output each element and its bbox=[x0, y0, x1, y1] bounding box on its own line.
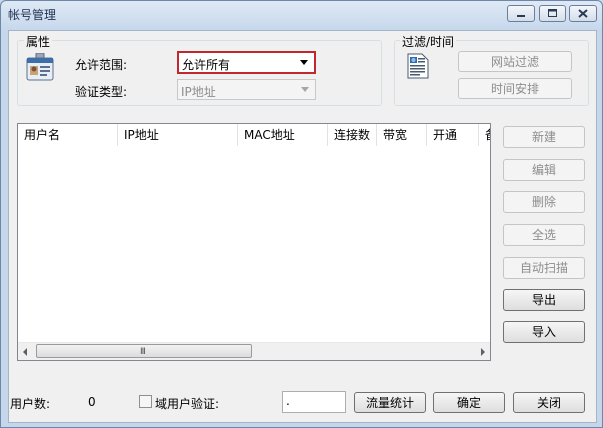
scrollbar-grip: III bbox=[140, 347, 146, 357]
table-header: 用户名 IP地址 MAC地址 连接数 带宽 开通 备 bbox=[18, 124, 490, 146]
column-header-ip[interactable]: IP地址 bbox=[118, 124, 238, 146]
filter-time-group-title: 过滤/时间 bbox=[400, 33, 457, 50]
accounts-table[interactable]: 用户名 IP地址 MAC地址 连接数 带宽 开通 备 III bbox=[17, 123, 491, 361]
ok-button[interactable]: 确定 bbox=[433, 392, 505, 413]
auth-type-value: IP地址 bbox=[181, 85, 216, 99]
schedule-button[interactable]: 时间安排 bbox=[458, 78, 572, 99]
id-badge-icon bbox=[26, 53, 54, 81]
import-button[interactable]: 导入 bbox=[503, 321, 585, 343]
new-button[interactable]: 新建 bbox=[503, 126, 585, 148]
domain-auth-checkbox[interactable] bbox=[139, 395, 152, 408]
edit-button[interactable]: 编辑 bbox=[503, 159, 585, 181]
column-header-username[interactable]: 用户名 bbox=[18, 124, 118, 146]
filter-time-group: 过滤/时间 网站过滤 时间安排 bbox=[394, 33, 589, 106]
auth-type-combobox[interactable]: IP地址 bbox=[177, 79, 316, 100]
close-window-button[interactable] bbox=[569, 5, 597, 22]
close-icon bbox=[578, 9, 588, 18]
auth-type-label: 验证类型: bbox=[75, 85, 128, 99]
export-button[interactable]: 导出 bbox=[503, 289, 585, 311]
dialog-client-area: 属性 允许范围: 允许所有 验证类型: IP地址 过滤/时间 网站过滤 时间安排… bbox=[8, 30, 597, 423]
account-management-window: 帐号管理 属性 允许范围: 允许所有 验证类型: IP地址 过滤/时间 网站过滤… bbox=[0, 0, 603, 428]
minimize-icon bbox=[517, 15, 525, 17]
scrollbar-thumb[interactable]: III bbox=[36, 344, 252, 358]
domain-auth-label[interactable]: 域用户验证: bbox=[155, 395, 219, 412]
chevron-down-icon bbox=[300, 60, 308, 65]
scroll-right-icon[interactable] bbox=[481, 348, 485, 356]
maximize-button[interactable] bbox=[539, 5, 566, 22]
minimize-button[interactable] bbox=[507, 5, 535, 22]
user-count-label: 用户数: bbox=[10, 397, 51, 411]
column-header-bandwidth[interactable]: 带宽 bbox=[377, 124, 427, 146]
horizontal-scrollbar[interactable]: III bbox=[18, 342, 490, 360]
maximize-icon bbox=[548, 9, 557, 17]
delete-button[interactable]: 删除 bbox=[503, 191, 585, 213]
document-icon bbox=[407, 53, 429, 79]
scope-combobox[interactable]: 允许所有 bbox=[177, 51, 316, 74]
domain-text-value: . bbox=[286, 394, 290, 408]
user-count-value: 0 bbox=[88, 395, 96, 409]
auto-scan-button[interactable]: 自动扫描 bbox=[503, 257, 585, 279]
column-header-enabled[interactable]: 开通 bbox=[427, 124, 479, 146]
properties-group: 属性 允许范围: 允许所有 验证类型: IP地址 bbox=[17, 33, 382, 106]
close-button[interactable]: 关闭 bbox=[513, 392, 585, 413]
domain-text-field[interactable]: . bbox=[282, 391, 346, 413]
scroll-left-icon[interactable] bbox=[23, 348, 27, 356]
column-header-connections[interactable]: 连接数 bbox=[328, 124, 377, 146]
title-bar[interactable]: 帐号管理 bbox=[1, 1, 602, 29]
scope-label: 允许范围: bbox=[75, 58, 128, 72]
column-header-mac[interactable]: MAC地址 bbox=[238, 124, 328, 146]
site-filter-button[interactable]: 网站过滤 bbox=[458, 51, 572, 72]
select-all-button[interactable]: 全选 bbox=[503, 224, 585, 246]
scope-value: 允许所有 bbox=[182, 58, 231, 72]
properties-group-title: 属性 bbox=[24, 33, 53, 50]
window-title: 帐号管理 bbox=[8, 8, 57, 22]
traffic-stats-button[interactable]: 流量统计 bbox=[354, 392, 426, 413]
chevron-down-icon bbox=[301, 87, 309, 92]
column-header-notes[interactable]: 备 bbox=[479, 124, 490, 146]
